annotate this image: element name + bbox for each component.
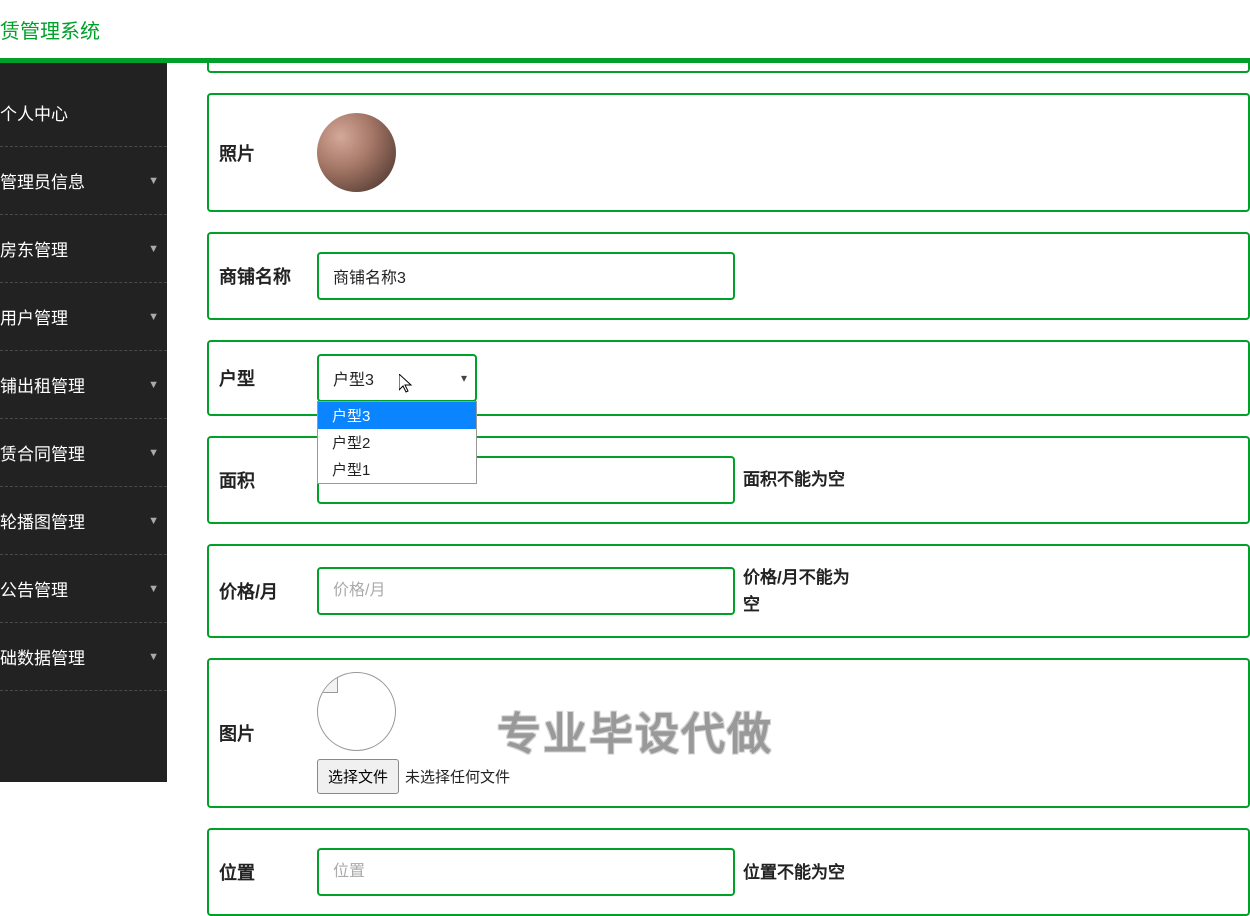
location-input[interactable] — [317, 848, 735, 896]
caret-down-icon: ▼ — [148, 583, 167, 595]
sidebar-item-label: 用户管理 — [0, 304, 68, 329]
sidebar-item-label: 房东管理 — [0, 236, 68, 261]
shop-name-label: 商铺名称 — [217, 263, 317, 289]
unit-type-dropdown: 户型3 户型2 户型1 — [317, 401, 477, 484]
photo-label: 照片 — [217, 140, 317, 166]
file-status-text: 未选择任何文件 — [405, 766, 510, 787]
form-content: 照片 商铺名称 户型 户型3 ▾ 户型3 户型2 户型1 — [167, 63, 1250, 782]
form-row-photo: 照片 — [207, 93, 1250, 212]
caret-down-icon: ▼ — [148, 243, 167, 255]
area-label: 面积 — [217, 467, 317, 493]
price-input[interactable] — [317, 567, 735, 615]
dropdown-option-1[interactable]: 户型3 — [318, 402, 476, 429]
broken-image-icon — [318, 673, 338, 693]
sidebar-item-label: 轮播图管理 — [0, 508, 85, 533]
dropdown-option-3[interactable]: 户型1 — [318, 456, 476, 483]
caret-down-icon: ▼ — [148, 447, 167, 459]
caret-down-icon: ▼ — [148, 515, 167, 527]
sidebar: 个人中心 管理员信息 ▼ 房东管理 ▼ 用户管理 ▼ 铺出租管理 ▼ 赁合同管理… — [0, 63, 167, 782]
form-row-location: 位置 位置不能为空 — [207, 828, 1250, 916]
sidebar-item-announcement-mgmt[interactable]: 公告管理 ▼ — [0, 555, 167, 623]
unit-type-label: 户型 — [217, 365, 317, 391]
app-header: 赁管理系统 — [0, 0, 1250, 58]
form-row-unit-type: 户型 户型3 ▾ 户型3 户型2 户型1 — [207, 340, 1250, 416]
app-title: 赁管理系统 — [0, 15, 100, 44]
unit-type-selected-value: 户型3 — [333, 366, 374, 390]
caret-down-icon: ▼ — [148, 651, 167, 663]
unit-type-select[interactable]: 户型3 — [317, 354, 477, 402]
form-row-price: 价格/月 价格/月不能为空 — [207, 544, 1250, 638]
caret-down-icon: ▼ — [148, 311, 167, 323]
area-error: 面积不能为空 — [743, 466, 845, 493]
sidebar-item-label: 赁合同管理 — [0, 440, 85, 465]
file-controls: 选择文件 未选择任何文件 — [317, 759, 510, 794]
caret-down-icon: ▼ — [148, 379, 167, 391]
unit-type-select-wrap: 户型3 ▾ 户型3 户型2 户型1 — [317, 354, 477, 402]
dropdown-option-2[interactable]: 户型2 — [318, 429, 476, 456]
sidebar-item-base-data-mgmt[interactable]: 础数据管理 ▼ — [0, 623, 167, 691]
sidebar-item-label: 公告管理 — [0, 576, 68, 601]
image-upload-group: 选择文件 未选择任何文件 — [317, 672, 510, 794]
image-label: 图片 — [217, 720, 317, 746]
sidebar-item-carousel-mgmt[interactable]: 轮播图管理 ▼ — [0, 487, 167, 555]
sidebar-item-lease-contract-mgmt[interactable]: 赁合同管理 ▼ — [0, 419, 167, 487]
avatar-image[interactable] — [317, 113, 396, 192]
sidebar-item-shop-rent-mgmt[interactable]: 铺出租管理 ▼ — [0, 351, 167, 419]
form-row-shop-name: 商铺名称 — [207, 232, 1250, 320]
image-placeholder[interactable] — [317, 672, 396, 751]
choose-file-button[interactable]: 选择文件 — [317, 759, 399, 794]
sidebar-item-label: 础数据管理 — [0, 644, 85, 669]
form-row-image: 图片 选择文件 未选择任何文件 — [207, 658, 1250, 808]
sidebar-item-user-mgmt[interactable]: 用户管理 ▼ — [0, 283, 167, 351]
sidebar-item-label: 铺出租管理 — [0, 372, 85, 397]
sidebar-item-landlord-mgmt[interactable]: 房东管理 ▼ — [0, 215, 167, 283]
price-error: 价格/月不能为空 — [743, 564, 853, 618]
sidebar-item-admin-info[interactable]: 管理员信息 ▼ — [0, 147, 167, 215]
sidebar-item-label: 个人中心 — [0, 100, 68, 125]
caret-down-icon: ▼ — [148, 175, 167, 187]
sidebar-item-label: 管理员信息 — [0, 168, 85, 193]
form-row-cut — [207, 63, 1250, 73]
main-container: 个人中心 管理员信息 ▼ 房东管理 ▼ 用户管理 ▼ 铺出租管理 ▼ 赁合同管理… — [0, 63, 1250, 782]
location-error: 位置不能为空 — [743, 859, 845, 886]
location-label: 位置 — [217, 859, 317, 885]
shop-name-input[interactable] — [317, 252, 735, 300]
sidebar-item-personal-center[interactable]: 个人中心 — [0, 79, 167, 147]
price-label: 价格/月 — [217, 578, 317, 604]
